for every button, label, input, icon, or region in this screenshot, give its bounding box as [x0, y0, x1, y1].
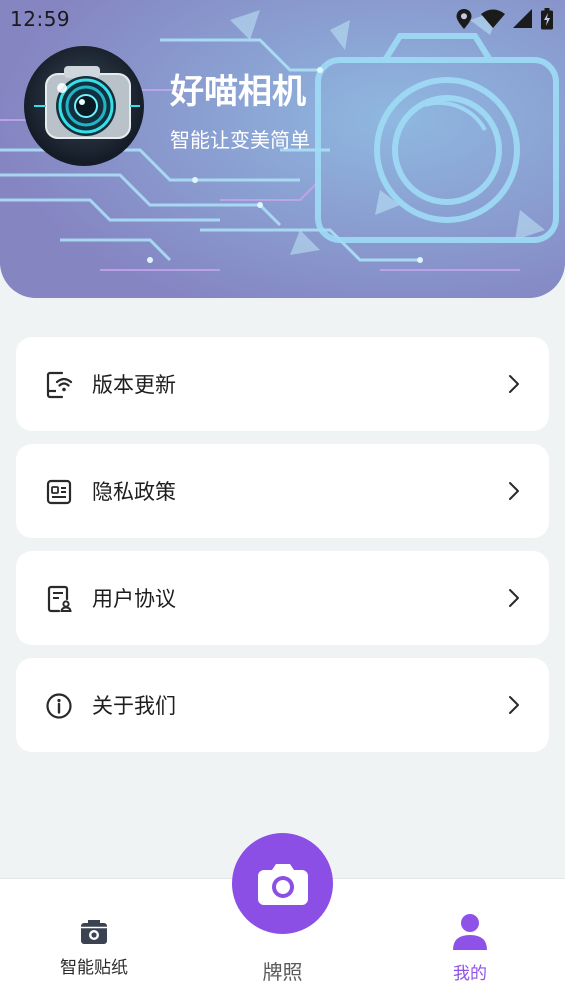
tab-label: 我的 [453, 964, 487, 984]
menu-item-label: 关于我们 [92, 694, 176, 718]
profile-header: 12:59 好喵相机 智能让变美简单 [0, 0, 565, 298]
status-icons [455, 8, 553, 30]
chevron-right-icon [509, 589, 519, 607]
app-avatar [24, 46, 144, 166]
battery-charging-icon [541, 8, 553, 30]
chevron-right-icon [509, 696, 519, 714]
privacy-id-card-icon [46, 479, 72, 505]
user-icon [453, 914, 487, 950]
menu-item-label: 隐私政策 [92, 480, 176, 504]
tab-mine[interactable]: 我的 [430, 913, 510, 984]
menu-item-version-update[interactable]: 版本更新 [16, 337, 549, 431]
chevron-right-icon [509, 375, 519, 393]
chevron-right-icon [509, 482, 519, 500]
camera-film-icon [81, 920, 107, 944]
camera-icon [257, 863, 308, 905]
status-bar: 12:59 [0, 0, 565, 38]
info-icon [46, 693, 72, 719]
status-time: 12:59 [10, 7, 71, 31]
camera-lens-icon [34, 66, 140, 139]
tab-label-camera: 牌照 [262, 960, 303, 984]
tab-camera-button[interactable] [232, 833, 333, 934]
user-agreement-icon [47, 585, 72, 613]
menu-item-privacy-policy[interactable]: 隐私政策 [16, 444, 549, 538]
location-icon [456, 9, 472, 29]
menu-item-label: 版本更新 [92, 373, 176, 397]
settings-menu: 版本更新 隐私政策 用户协议 关于我们 [16, 337, 549, 765]
wifi-icon [481, 9, 505, 28]
tab-smart-sticker[interactable]: 智能贴纸 [40, 919, 148, 978]
menu-item-label: 用户协议 [92, 587, 176, 611]
menu-item-user-agreement[interactable]: 用户协议 [16, 551, 549, 645]
update-phone-icon [46, 371, 73, 399]
app-slogan: 智能让变美简单 [170, 128, 310, 152]
tab-label: 智能贴纸 [60, 958, 128, 978]
menu-item-about-us[interactable]: 关于我们 [16, 658, 549, 752]
app-name: 好喵相机 [170, 72, 306, 112]
signal-icon [513, 9, 532, 28]
